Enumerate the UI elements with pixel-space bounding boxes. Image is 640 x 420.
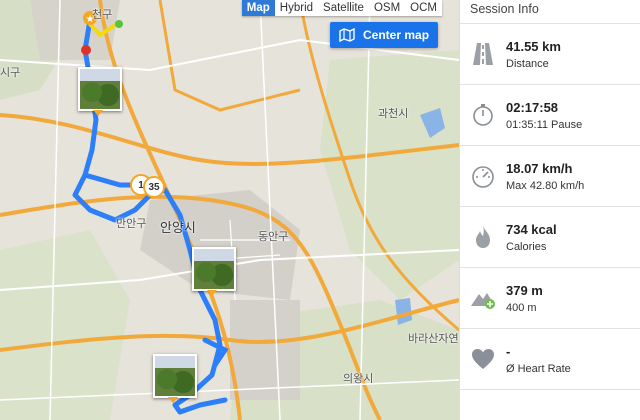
map-label: 시구 xyxy=(0,67,21,79)
km-marker[interactable]: 35 xyxy=(143,176,165,198)
stopwatch-icon xyxy=(473,104,493,126)
distance-label: Distance xyxy=(506,57,549,70)
photo-pin xyxy=(93,110,103,116)
road-icon xyxy=(473,43,493,65)
stat-heart-rate: - Ø Heart Rate xyxy=(460,329,640,390)
distance-value: 41.55 km xyxy=(506,38,561,54)
heart-rate-label: Ø Heart Rate xyxy=(506,362,571,375)
max-speed-value: Max 42.80 km/h xyxy=(506,179,585,192)
session-info-panel: Session Info 41.55 km Distance 02:17:58 … xyxy=(459,0,640,420)
photo-thumbnail[interactable] xyxy=(78,67,122,111)
photo-pin xyxy=(207,290,217,296)
map-view[interactable]: ★ 천구 시구 과천시 만안구 안양시 동안구 바라산자연 의왕시 1 35 M… xyxy=(0,0,459,420)
calories-value: 734 kcal xyxy=(506,221,557,237)
stat-elevation: 379 m 400 m xyxy=(460,268,640,329)
map-label: 과천시 xyxy=(378,108,409,120)
center-map-label: Center map xyxy=(363,28,430,42)
elevation-max-value: 400 m xyxy=(506,301,537,314)
flame-icon xyxy=(476,226,490,248)
photo-pin xyxy=(168,397,178,403)
mountain-icon xyxy=(471,293,495,309)
photo-thumbnail[interactable] xyxy=(192,247,236,291)
map-type-map[interactable]: Map xyxy=(241,0,275,16)
stat-calories: 734 kcal Calories xyxy=(460,207,640,268)
map-type-osm[interactable]: OSM xyxy=(369,0,405,16)
map-type-ocm[interactable]: OCM xyxy=(405,0,442,16)
elevation-gain-value: 379 m xyxy=(506,282,543,298)
map-label: 바라산자연 xyxy=(408,333,459,345)
start-point-icon[interactable] xyxy=(115,20,123,28)
heart-icon xyxy=(472,349,494,369)
map-type-satellite[interactable]: Satellite xyxy=(318,0,369,16)
stat-speed: 18.07 km/h Max 42.80 km/h xyxy=(460,146,640,207)
duration-value: 02:17:58 xyxy=(506,99,559,115)
map-type-switcher: Map Hybrid Satellite OSM OCM xyxy=(241,0,442,16)
calories-label: Calories xyxy=(506,240,547,253)
photo-thumbnail[interactable] xyxy=(153,354,197,398)
stat-duration: 02:17:58 01:35:11 Pause xyxy=(460,85,640,146)
map-icon xyxy=(339,28,355,42)
speedometer-icon xyxy=(472,166,494,188)
map-type-hybrid[interactable]: Hybrid xyxy=(275,0,318,16)
map-label: 안양시 xyxy=(160,220,196,235)
panel-title: Session Info xyxy=(460,0,640,24)
map-label: 동안구 xyxy=(258,231,289,243)
speed-value: 18.07 km/h xyxy=(506,160,573,176)
map-label: 천구 xyxy=(92,9,113,21)
stat-distance: 41.55 km Distance xyxy=(460,24,640,85)
map-label: 만안구 xyxy=(116,218,147,230)
end-point-icon[interactable] xyxy=(81,45,91,55)
center-map-button[interactable]: Center map xyxy=(330,22,438,48)
heart-rate-value: - xyxy=(506,343,511,359)
map-tiles: ★ xyxy=(0,0,459,420)
pause-value: 01:35:11 Pause xyxy=(506,118,583,131)
map-label: 의왕시 xyxy=(343,373,374,385)
